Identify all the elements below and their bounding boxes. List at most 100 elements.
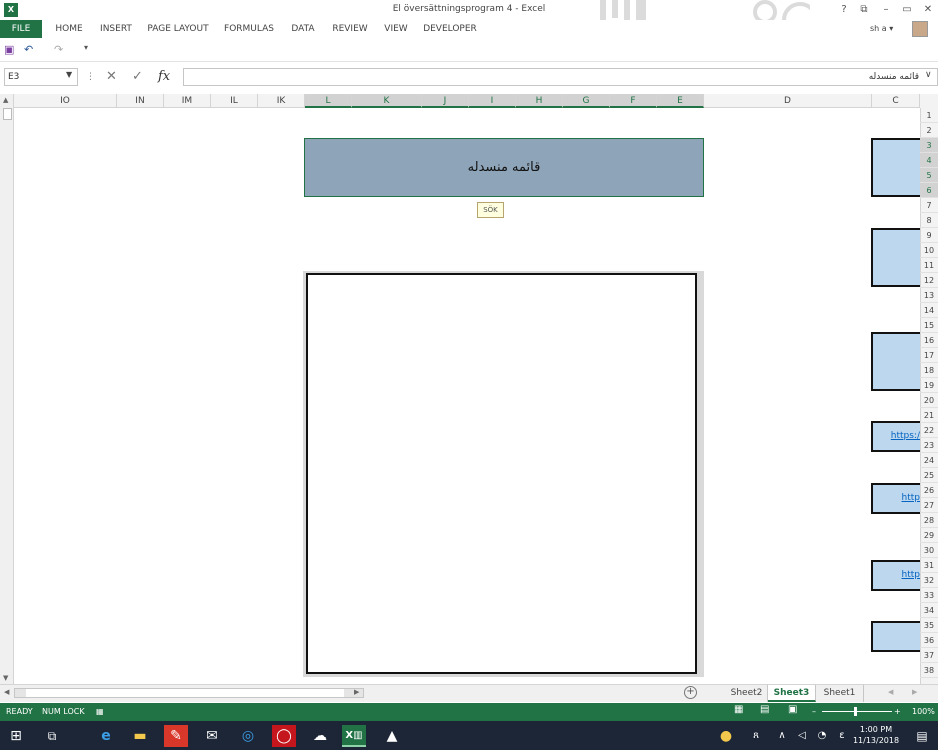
tab-home[interactable]: HOME [50,20,88,38]
list-box[interactable] [306,273,697,674]
row-header[interactable]: 20 [920,393,938,408]
column-header[interactable]: IL [211,94,258,108]
row-header[interactable]: 16 [920,333,938,348]
page-layout-view-icon[interactable]: ▤ [760,704,769,715]
chevron-down-icon[interactable]: ▼ [66,70,72,79]
customize-qat-icon[interactable]: ▾ [84,43,88,52]
column-header[interactable]: IK [258,94,305,108]
tab-review[interactable]: REVIEW [328,20,372,38]
tab-insert[interactable]: INSERT [96,20,136,38]
column-header[interactable]: F [610,94,657,108]
help-icon[interactable]: ? [836,3,852,17]
row-header[interactable]: 2 [920,123,938,138]
side-box[interactable] [871,138,920,197]
row-header[interactable]: 13 [920,288,938,303]
row-header[interactable]: 19 [920,378,938,393]
restore-ribbon-icon[interactable]: ⧉ [856,3,872,17]
cancel-icon[interactable]: ✕ [106,68,117,86]
row-header[interactable]: 11 [920,258,938,273]
macro-record-icon[interactable]: ▦ [96,707,104,716]
task-view-icon[interactable]: ⧉ [40,725,64,747]
next-sheet-icon[interactable]: ▶ [912,688,917,696]
opera-icon[interactable]: ◯ [272,725,296,747]
row-header[interactable]: 7 [920,198,938,213]
column-header[interactable]: IN [117,94,164,108]
redo-icon[interactable]: ↷ [54,43,63,56]
column-header[interactable]: E [657,94,704,108]
row-header[interactable]: 25 [920,468,938,483]
row-header[interactable]: 15 [920,318,938,333]
people-icon[interactable]: ጸ [744,725,768,747]
column-header[interactable]: L [305,94,352,108]
save-icon[interactable]: ▣ [4,43,14,56]
scroll-down-icon[interactable]: ▼ [3,674,8,682]
row-header[interactable]: 34 [920,603,938,618]
tab-formulas[interactable]: FORMULAS [220,20,278,38]
row-header[interactable]: 5 [920,168,938,183]
row-header[interactable]: 17 [920,348,938,363]
tab-file[interactable]: FILE [0,20,42,38]
row-header[interactable]: 1 [920,108,938,123]
taskbar-clock[interactable]: 1:00 PM 11/13/2018 [846,724,906,746]
notification-app-icon[interactable]: ● [714,725,738,747]
row-header[interactable]: 12 [920,273,938,288]
sheet-tab-active[interactable]: Sheet3 [768,685,816,702]
row-header[interactable]: 4 [920,153,938,168]
link-box[interactable]: https:/ [871,421,920,452]
row-header[interactable]: 38 [920,663,938,678]
close-button[interactable]: ✕ [920,3,936,17]
avatar[interactable] [912,21,928,37]
hyperlink[interactable]: https:/ [873,423,920,441]
user-account[interactable]: sh a ▾ [870,24,893,33]
side-box[interactable] [871,228,920,287]
zoom-level[interactable]: 100% [912,707,935,716]
row-header[interactable]: 26 [920,483,938,498]
tab-page-layout[interactable]: PAGE LAYOUT [144,20,212,38]
maximize-button[interactable]: ▭ [899,3,915,17]
app-car-icon[interactable]: ☁ [308,725,332,747]
vertical-scrollbar[interactable] [0,94,14,684]
prev-sheet-icon[interactable]: ◀ [888,688,893,696]
row-header[interactable]: 3 [920,138,938,153]
add-sheet-button[interactable]: + [684,686,697,699]
hyperlink[interactable]: http [873,485,920,503]
action-center-icon[interactable]: ▤ [910,725,934,747]
row-header[interactable]: 22 [920,423,938,438]
scroll-up-icon[interactable]: ▲ [3,96,8,104]
formula-input[interactable]: قائمه منسدله [183,68,938,86]
file-explorer-icon[interactable]: ▬ [128,725,152,747]
link-box[interactable]: http [871,483,920,514]
row-header[interactable]: 21 [920,408,938,423]
row-header[interactable]: 6 [920,183,938,198]
edge-icon[interactable]: e [94,725,118,747]
column-header[interactable]: IM [164,94,211,108]
zoom-slider-thumb[interactable] [854,707,857,716]
side-box[interactable] [871,332,920,391]
row-header[interactable]: 36 [920,633,938,648]
app-c-icon[interactable]: ◎ [236,725,260,747]
row-header[interactable]: 18 [920,363,938,378]
search-button[interactable]: SÖK [477,202,504,218]
horizontal-scroll-thumb[interactable] [26,689,344,697]
zoom-in-icon[interactable]: + [894,707,901,716]
column-header[interactable]: C [872,94,920,108]
header-shape[interactable]: قائمه منسدله [304,138,704,197]
select-all-corner[interactable] [920,94,938,108]
column-header[interactable]: H [516,94,563,108]
scroll-right-icon[interactable]: ▶ [354,688,359,696]
row-header[interactable]: 28 [920,513,938,528]
row-header[interactable]: 37 [920,648,938,663]
row-header[interactable]: 27 [920,498,938,513]
page-break-view-icon[interactable]: ▣ [788,704,797,715]
zoom-out-icon[interactable]: – [812,707,816,716]
app-red-icon[interactable]: ✎ [164,725,188,747]
row-header[interactable]: 33 [920,588,938,603]
column-header[interactable]: J [422,94,469,108]
column-header[interactable]: I [469,94,516,108]
row-header[interactable]: 14 [920,303,938,318]
tab-data[interactable]: DATA [286,20,320,38]
minimize-button[interactable]: – [878,3,894,17]
mail-icon[interactable]: ✉ [200,725,224,747]
tab-developer[interactable]: DEVELOPER [420,20,480,38]
row-header[interactable]: 35 [920,618,938,633]
